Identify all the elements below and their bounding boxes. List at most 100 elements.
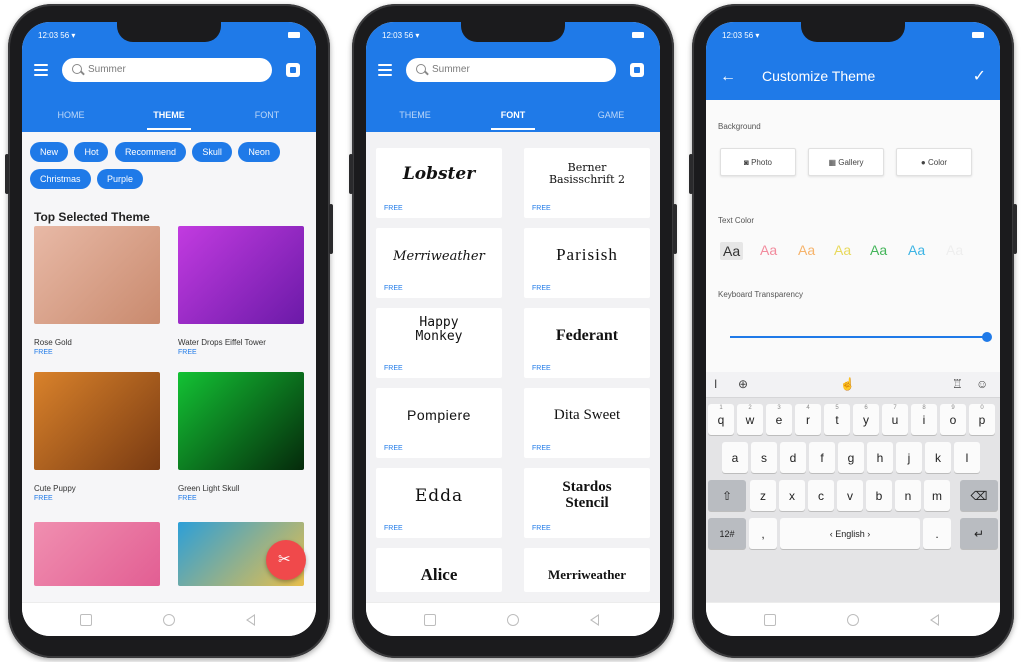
cursor-icon[interactable]: I <box>714 377 717 391</box>
key-k[interactable]: k <box>925 442 951 473</box>
menu-icon[interactable] <box>378 64 392 76</box>
chip-recommend[interactable]: Recommend <box>114 142 186 162</box>
key-h[interactable]: h <box>867 442 893 473</box>
transparency-slider-track[interactable] <box>730 336 988 338</box>
recents-icon[interactable] <box>80 614 92 626</box>
search-input[interactable]: Summer <box>406 58 616 82</box>
gallery-button[interactable]: ▦ Gallery <box>808 148 884 176</box>
key-c[interactable]: c <box>808 480 834 511</box>
key-p[interactable]: 0p <box>969 404 995 435</box>
backspace-key[interactable]: ⌫ <box>960 480 998 511</box>
shift-key[interactable]: ⇧ <box>708 480 746 511</box>
key-g[interactable]: g <box>838 442 864 473</box>
tab-game[interactable]: GAME <box>562 104 660 132</box>
chip-neon[interactable]: Neon <box>238 142 280 162</box>
comma-key[interactable]: , <box>749 518 777 549</box>
back-icon[interactable] <box>590 614 599 626</box>
store-icon[interactable] <box>286 63 300 77</box>
key-w[interactable]: 2w <box>737 404 763 435</box>
key-z[interactable]: z <box>750 480 776 511</box>
emoji-icon[interactable]: ☺ <box>976 377 988 391</box>
theme-card[interactable]: Green Light Skull FREE <box>178 372 304 502</box>
font-card[interactable]: Stardos Stencil FREE <box>524 468 650 538</box>
key-m[interactable]: m <box>924 480 950 511</box>
theme-name: Rose Gold <box>34 338 72 347</box>
search-input[interactable]: Summer <box>62 58 272 82</box>
key-y[interactable]: 6y <box>853 404 879 435</box>
font-card[interactable]: Dita Sweet FREE <box>524 388 650 458</box>
chip-new[interactable]: New <box>30 142 69 162</box>
font-card[interactable]: Alice <box>376 548 502 592</box>
text-color-swatch[interactable]: Aa <box>760 242 777 258</box>
key-b[interactable]: b <box>866 480 892 511</box>
recents-icon[interactable] <box>764 614 776 626</box>
theme-card[interactable]: Rose Gold FREE <box>34 226 160 356</box>
key-r[interactable]: 4r <box>795 404 821 435</box>
key-o[interactable]: 9o <box>940 404 966 435</box>
font-card[interactable]: Lobster FREE <box>376 148 502 218</box>
font-card[interactable]: Merriweather <box>524 548 650 592</box>
space-key[interactable]: ‹ English › <box>780 518 920 549</box>
font-card[interactable]: Parisish FREE <box>524 228 650 298</box>
transparency-slider-handle[interactable] <box>982 332 992 342</box>
tab-home[interactable]: HOME <box>22 104 120 132</box>
key-j[interactable]: j <box>896 442 922 473</box>
text-color-swatch[interactable]: Aa <box>870 242 887 258</box>
globe-icon[interactable]: ⊕ <box>738 377 748 391</box>
chip-hot[interactable]: Hot <box>74 142 109 162</box>
key-e[interactable]: 3e <box>766 404 792 435</box>
menu-icon[interactable] <box>34 64 48 76</box>
home-icon[interactable] <box>163 614 175 626</box>
tab-theme[interactable]: THEME <box>366 104 464 132</box>
period-key[interactable]: . <box>923 518 951 549</box>
tab-font[interactable]: FONT <box>464 104 562 132</box>
font-card[interactable]: Happy Monkey FREE <box>376 308 502 378</box>
tab-font[interactable]: FONT <box>218 104 316 132</box>
key-l[interactable]: l <box>954 442 980 473</box>
confirm-check-icon[interactable]: ✓ <box>973 66 986 86</box>
theme-thumbnail <box>34 372 160 470</box>
key-f[interactable]: f <box>809 442 835 473</box>
numbers-key[interactable]: 12# <box>708 518 746 549</box>
back-icon[interactable] <box>930 614 939 626</box>
font-card[interactable]: Edda FREE <box>376 468 502 538</box>
photo-button[interactable]: ◙ Photo <box>720 148 796 176</box>
text-color-swatch[interactable]: Aa <box>946 242 963 258</box>
theme-card[interactable]: Water Drops Eiffel Tower FREE <box>178 226 304 356</box>
font-card[interactable]: Merriweather FREE <box>376 228 502 298</box>
hand-icon[interactable]: ☝ <box>840 377 855 391</box>
diy-fab-button[interactable] <box>266 540 306 580</box>
key-a[interactable]: a <box>722 442 748 473</box>
store-icon[interactable] <box>630 63 644 77</box>
key-q[interactable]: 1q <box>708 404 734 435</box>
key-x[interactable]: x <box>779 480 805 511</box>
key-d[interactable]: d <box>780 442 806 473</box>
recents-icon[interactable] <box>424 614 436 626</box>
text-color-swatch[interactable]: Aa <box>720 242 744 260</box>
chip-skull[interactable]: Skull <box>192 142 232 162</box>
chip-christmas[interactable]: Christmas <box>30 169 91 189</box>
text-color-swatch[interactable]: Aa <box>798 242 815 258</box>
key-t[interactable]: 5t <box>824 404 850 435</box>
home-icon[interactable] <box>507 614 519 626</box>
home-icon[interactable] <box>847 614 859 626</box>
key-v[interactable]: v <box>837 480 863 511</box>
back-icon[interactable] <box>246 614 255 626</box>
key-i[interactable]: 8i <box>911 404 937 435</box>
font-card[interactable]: Pompiere FREE <box>376 388 502 458</box>
back-arrow-icon[interactable]: ← <box>720 68 736 86</box>
tab-theme[interactable]: THEME <box>120 104 218 132</box>
enter-key[interactable]: ↵ <box>960 518 998 549</box>
theme-card[interactable] <box>34 522 160 586</box>
text-color-swatch[interactable]: Aa <box>834 242 851 258</box>
theme-card[interactable]: Cute Puppy FREE <box>34 372 160 502</box>
font-card[interactable]: Federant FREE <box>524 308 650 378</box>
key-u[interactable]: 7u <box>882 404 908 435</box>
color-button[interactable]: ● Color <box>896 148 972 176</box>
key-n[interactable]: n <box>895 480 921 511</box>
shirt-icon[interactable]: ♖ <box>952 377 963 391</box>
text-color-swatch[interactable]: Aa <box>908 242 925 258</box>
key-s[interactable]: s <box>751 442 777 473</box>
chip-purple[interactable]: Purple <box>96 169 143 189</box>
font-card[interactable]: Berner Basisschrift 2 FREE <box>524 148 650 218</box>
